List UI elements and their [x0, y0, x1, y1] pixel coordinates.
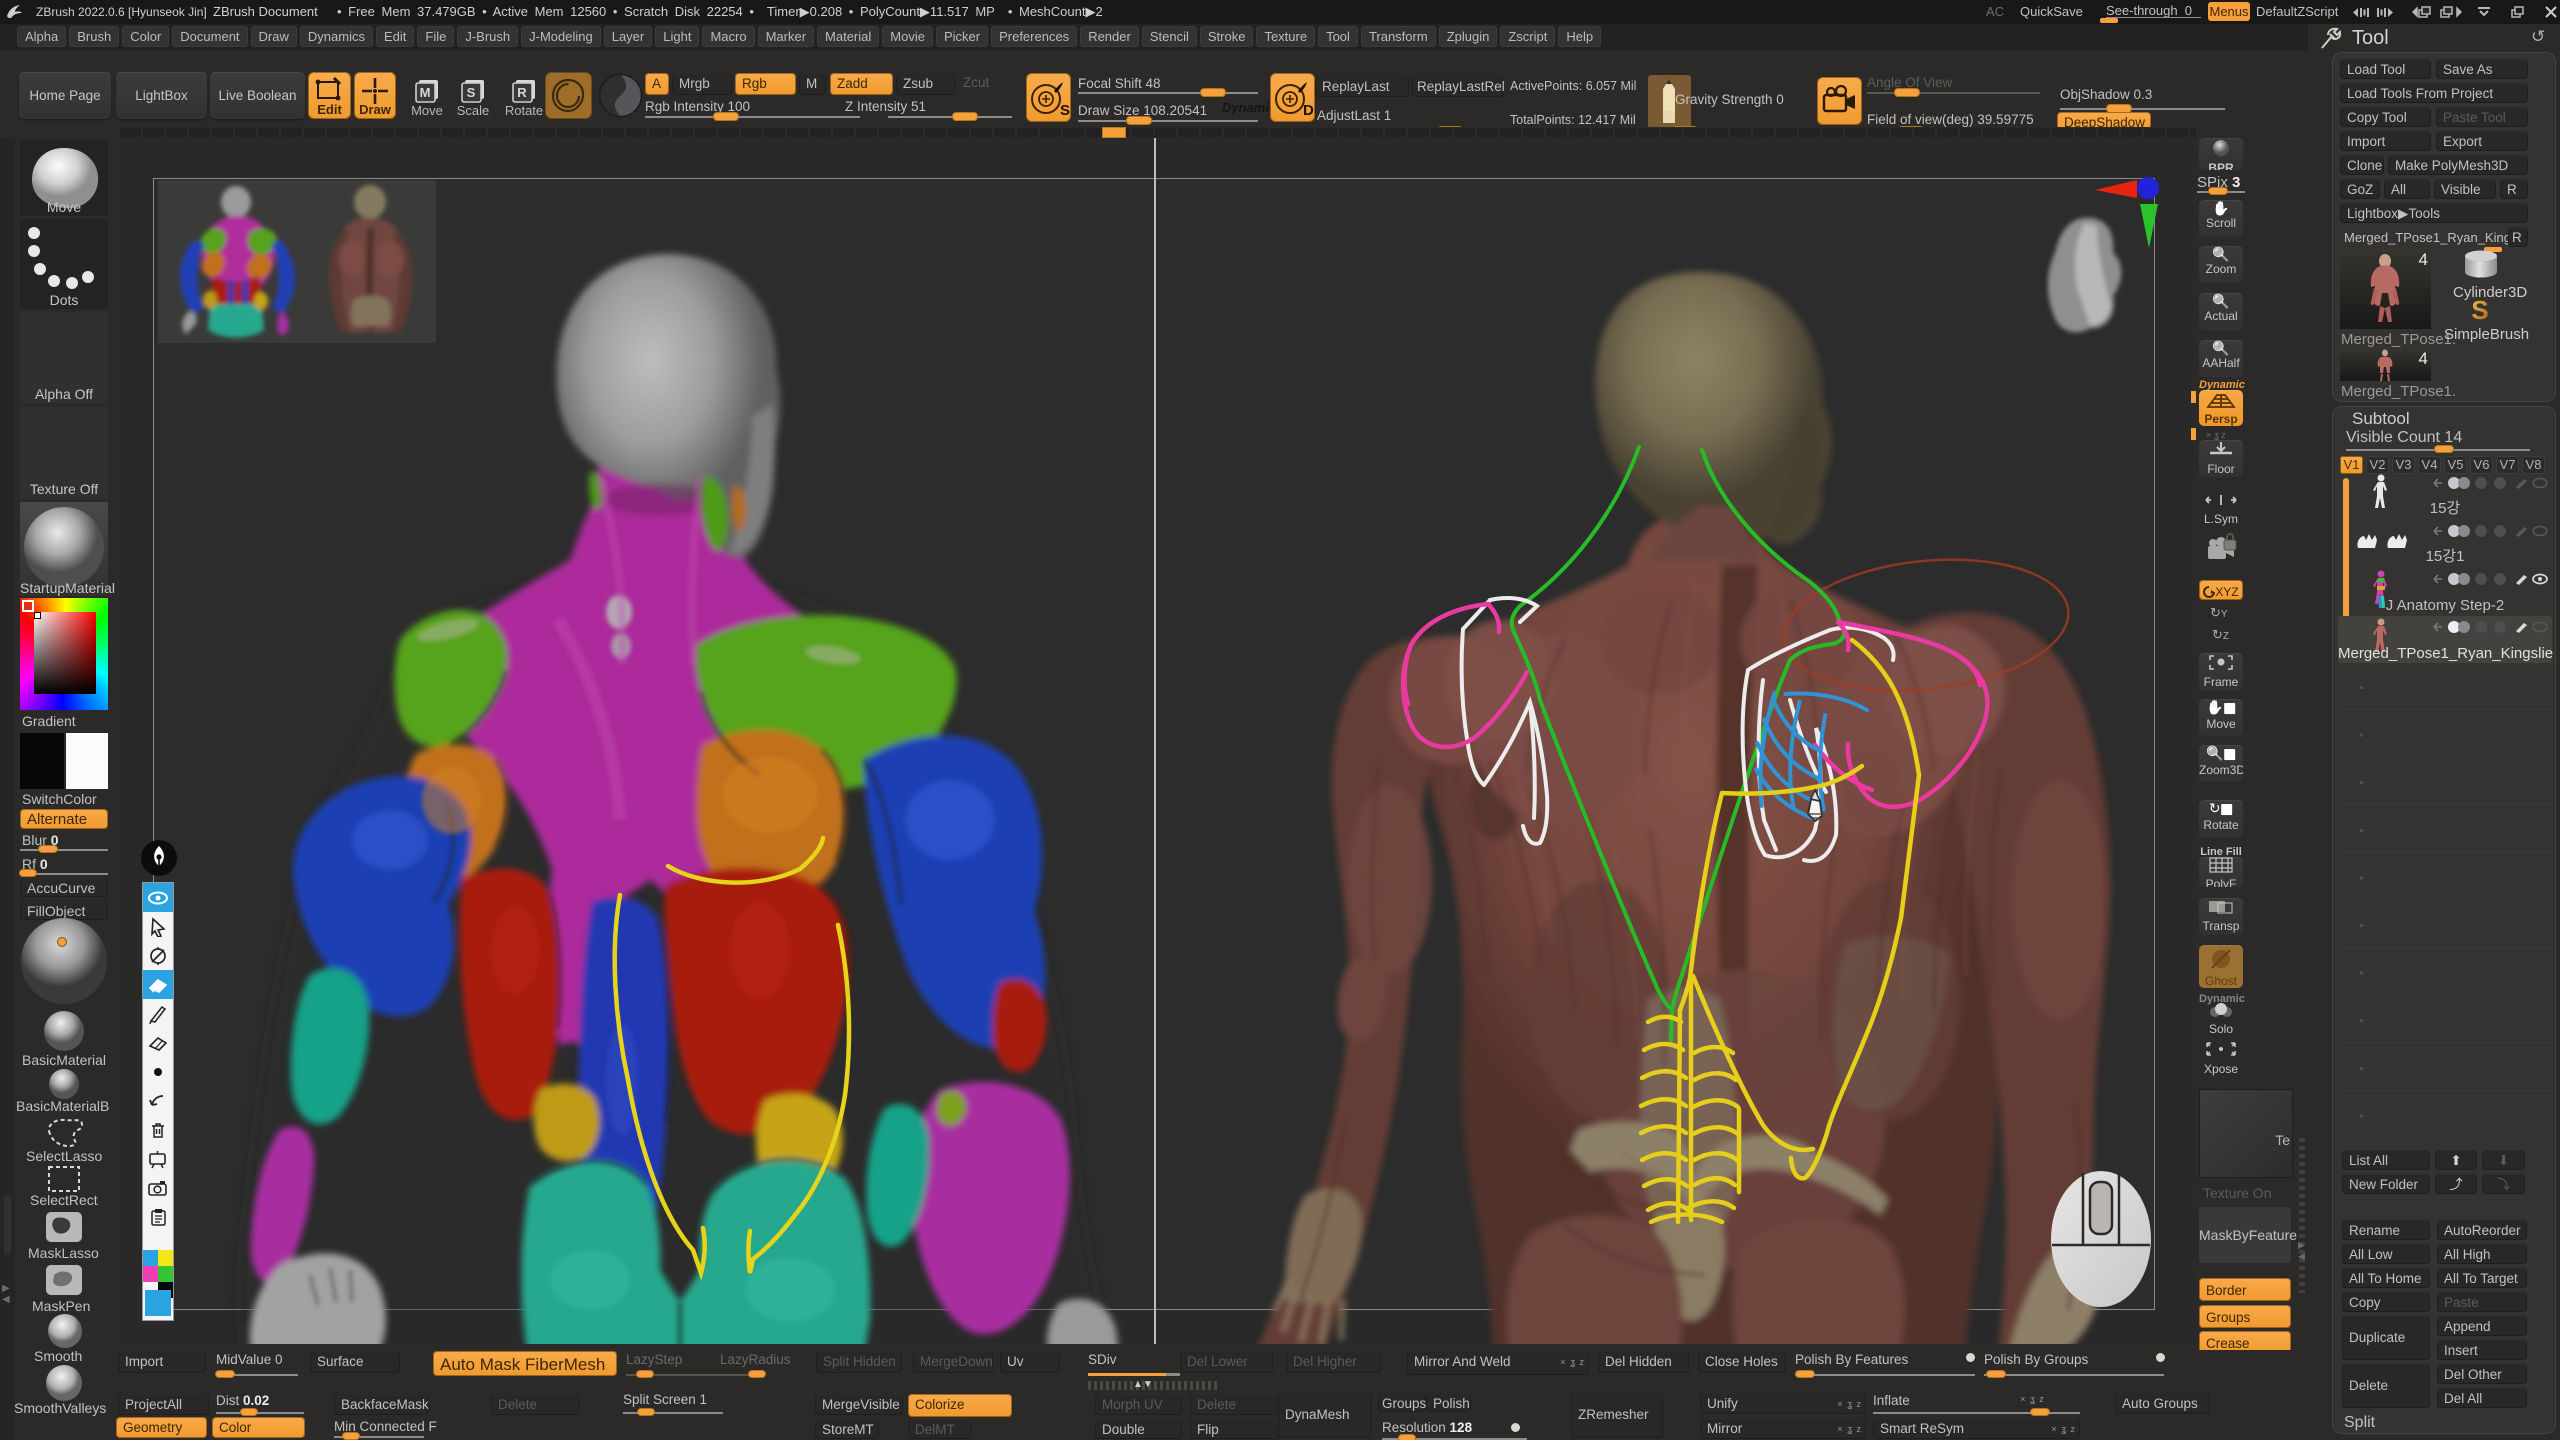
- svg-text:R: R: [517, 85, 527, 100]
- svg-text:D: D: [1303, 102, 1314, 119]
- svg-text:S: S: [1060, 102, 1070, 119]
- svg-text:S: S: [467, 85, 476, 100]
- svg-text:S: S: [2471, 297, 2488, 324]
- svg-text:M: M: [420, 85, 431, 100]
